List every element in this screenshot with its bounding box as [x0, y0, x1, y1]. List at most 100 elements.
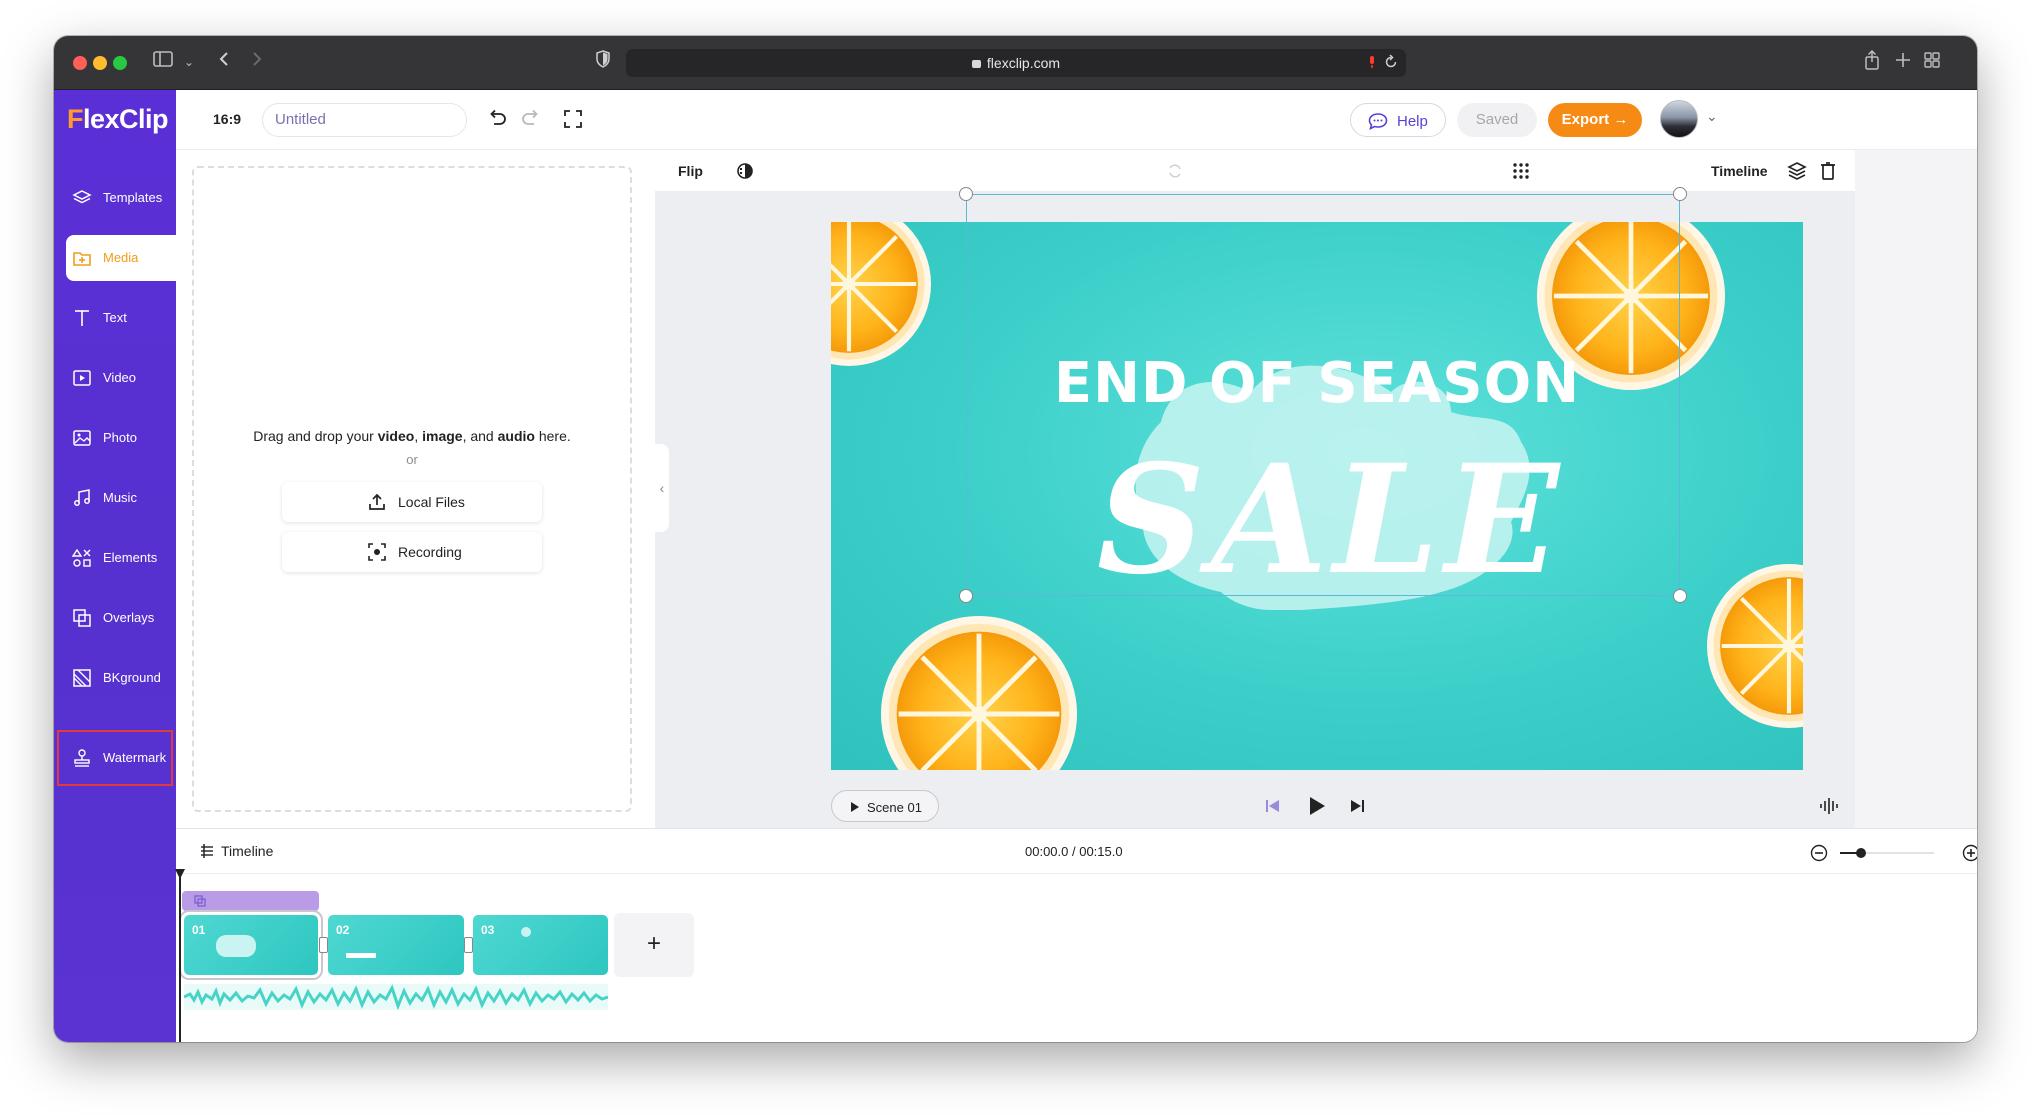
clip-number: 03 [481, 923, 495, 937]
record-icon [368, 543, 386, 561]
sidebar-item-text[interactable]: Text [54, 295, 176, 341]
sidebar-item-music[interactable]: Music [54, 475, 176, 521]
media-panel: Drag and drop your video, image, and aud… [176, 150, 655, 828]
playhead[interactable] [179, 873, 181, 1042]
help-button[interactable]: Help [1350, 103, 1446, 137]
url-text: flexclip.com [626, 55, 1406, 71]
next-icon[interactable] [1348, 797, 1366, 815]
minimize-window-button[interactable] [93, 56, 107, 70]
sidebar-item-video[interactable]: Video [54, 355, 176, 401]
sidebar-item-photo[interactable]: Photo [54, 415, 176, 461]
music-icon [74, 489, 90, 506]
sidebar-item-bkground[interactable]: BKground [54, 655, 176, 701]
play-icon[interactable] [1307, 795, 1327, 817]
layers-icon [72, 190, 92, 204]
url-label: flexclip.com [986, 55, 1061, 71]
overlays-icon [194, 895, 206, 907]
resize-handle[interactable] [1673, 589, 1687, 603]
sidebar: FlexClip Templates Media Text Video Phot… [54, 90, 176, 1042]
avatar[interactable] [1660, 100, 1698, 138]
transition-handle[interactable] [319, 937, 328, 953]
resize-handle[interactable] [959, 589, 973, 603]
sidebar-item-label: Video [103, 370, 137, 385]
timeline-title: Timeline [221, 843, 274, 859]
chat-icon [1368, 113, 1388, 130]
zoom-slider[interactable] [1840, 848, 1934, 858]
add-scene-button[interactable]: + [614, 913, 694, 977]
drop-image: image [422, 428, 463, 444]
timeline-time: 00:00.0 / 00:15.0 [1025, 844, 1123, 859]
redo-icon[interactable] [520, 109, 544, 133]
drop-suffix: here. [538, 428, 571, 444]
local-files-button[interactable]: Local Files [282, 482, 542, 522]
timeline-toggle[interactable]: Timeline [1711, 163, 1768, 179]
trash-icon[interactable] [1818, 161, 1838, 181]
aspect-ratio-selector[interactable]: 16:9 [213, 111, 241, 127]
sidebar-toggle-icon[interactable] [153, 50, 175, 74]
editor-topbar: 16:9 Untitled Help Saved Export → ⌄ [176, 90, 1977, 150]
timeline-clip[interactable]: 02 [328, 915, 464, 975]
timeline-icon [201, 844, 213, 858]
selection-box[interactable] [959, 187, 1687, 603]
drop-audio: audio [497, 428, 535, 444]
collapse-panel-button[interactable]: ‹ [655, 444, 669, 532]
drop-video: video [377, 428, 415, 444]
playhead-marker[interactable] [175, 869, 185, 879]
background-icon [73, 669, 91, 687]
fullscreen-icon[interactable] [563, 109, 587, 133]
timeline-divider [176, 873, 1977, 874]
scene-label: Scene 01 [867, 800, 922, 815]
timeline-clip[interactable]: 03 [473, 915, 608, 975]
sidebar-item-elements[interactable]: Elements [54, 535, 176, 581]
overlay-track-bar[interactable] [182, 891, 319, 911]
audio-waveform[interactable] [184, 984, 608, 1010]
recording-label: Recording [398, 544, 462, 560]
microphone-icon[interactable] [1368, 55, 1376, 69]
chevron-down-icon[interactable]: ⌄ [184, 50, 194, 74]
tab-overview-icon[interactable] [1924, 50, 1940, 74]
transition-handle[interactable] [464, 937, 473, 953]
drop-instructions: Drag and drop your video, image, and aud… [253, 428, 571, 444]
close-window-button[interactable] [73, 56, 87, 70]
sidebar-item-label: Overlays [103, 610, 155, 625]
audio-wave-icon[interactable] [1819, 796, 1839, 816]
elements-icon [72, 548, 91, 567]
undo-icon[interactable] [486, 109, 510, 133]
zoom-out-icon[interactable] [1810, 844, 1828, 862]
rotate-icon[interactable] [1165, 161, 1185, 181]
drop-and: , and [462, 428, 494, 444]
sidebar-item-overlays[interactable]: Overlays [54, 595, 176, 641]
sidebar-item-templates[interactable]: Templates [54, 175, 176, 221]
address-bar[interactable]: flexclip.com [626, 49, 1406, 77]
resize-handle[interactable] [1673, 187, 1687, 201]
local-files-label: Local Files [398, 494, 465, 510]
resize-handle[interactable] [959, 187, 973, 201]
layers-icon[interactable] [1787, 161, 1807, 181]
logo[interactable]: FlexClip [67, 104, 169, 135]
timeline-clip[interactable]: 01 [181, 912, 321, 978]
new-tab-icon[interactable] [1895, 50, 1911, 74]
sidebar-item-media[interactable]: Media [66, 235, 176, 281]
overlays-icon [73, 609, 91, 627]
clip-thumbnail [521, 927, 531, 937]
zoom-window-button[interactable] [113, 56, 127, 70]
chevron-down-icon[interactable]: ⌄ [1706, 108, 1718, 125]
zoom-slider-handle[interactable] [1856, 848, 1866, 858]
project-title-input[interactable]: Untitled [262, 103, 467, 137]
share-icon[interactable] [1864, 49, 1880, 76]
sidebar-item-label: Music [103, 490, 137, 505]
media-dropzone[interactable]: Drag and drop your video, image, and aud… [192, 166, 632, 812]
flip-button[interactable]: Flip [678, 163, 703, 179]
opacity-icon[interactable] [735, 161, 755, 181]
back-icon[interactable] [217, 50, 231, 74]
forward-icon[interactable] [250, 50, 264, 74]
shield-icon[interactable] [595, 50, 611, 74]
reload-icon[interactable] [1384, 54, 1398, 70]
scene-button[interactable]: Scene 01 [831, 790, 939, 822]
recording-button[interactable]: Recording [282, 532, 542, 572]
help-label: Help [1397, 113, 1428, 130]
grid-icon[interactable] [1511, 161, 1531, 181]
previous-icon[interactable] [1264, 797, 1282, 815]
zoom-in-icon[interactable] [1962, 844, 1977, 862]
export-button[interactable]: Export → [1548, 103, 1642, 137]
